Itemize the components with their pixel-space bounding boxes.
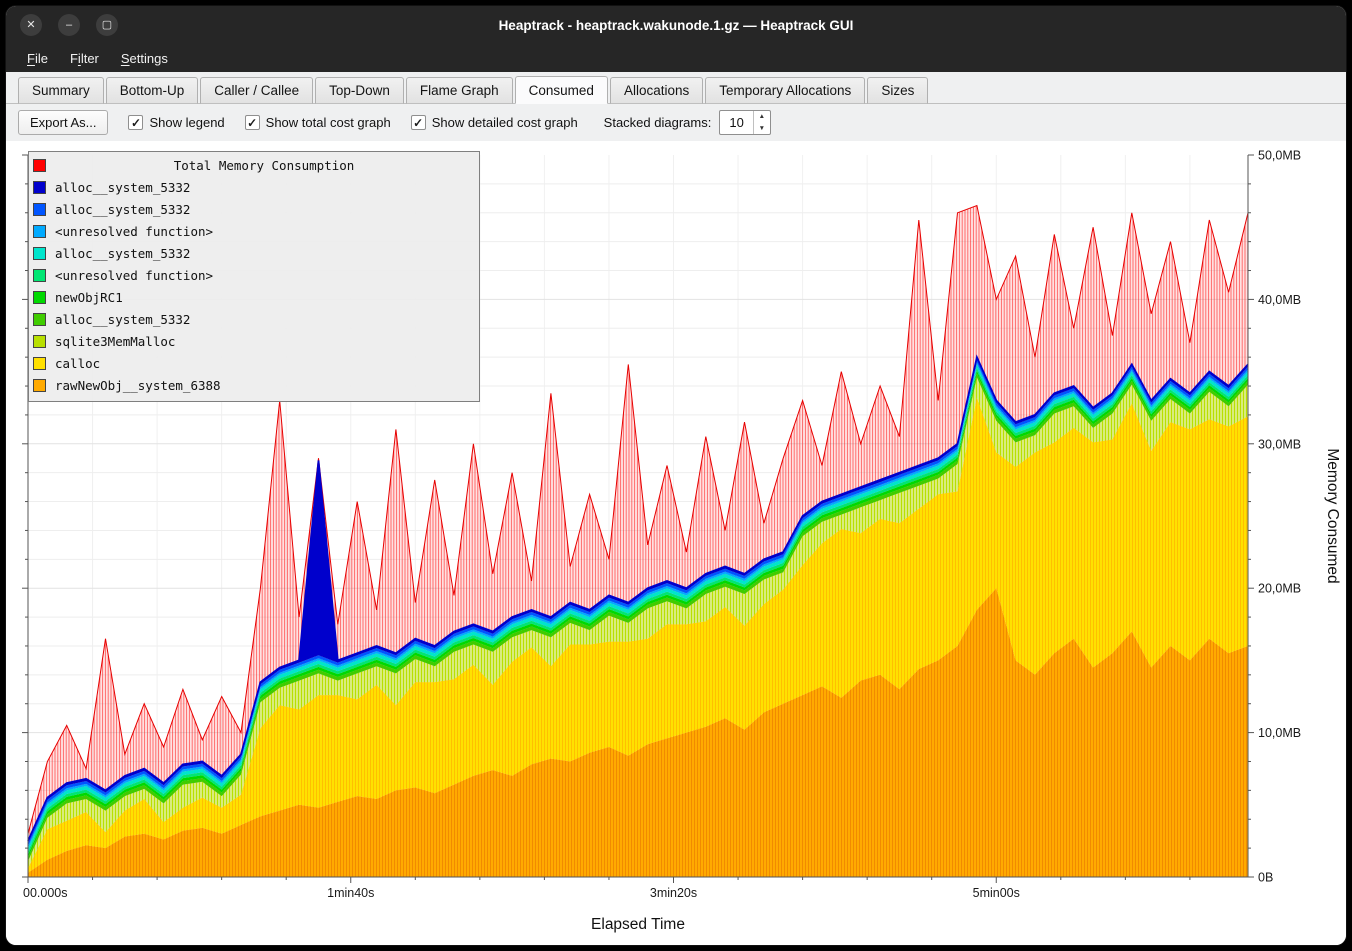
legend-title-text: Total Memory Consumption <box>55 158 473 173</box>
maximize-button[interactable]: ▢ <box>96 14 118 36</box>
y-tick-label: 10,0MB <box>1258 726 1301 740</box>
legend-item-label: calloc <box>55 356 100 371</box>
y-tick-label: 40,0MB <box>1258 293 1301 307</box>
legend-item: alloc__system_5332 <box>33 198 473 220</box>
menu-file[interactable]: File <box>18 47 57 70</box>
legend-swatch-icon <box>33 291 46 304</box>
x-tick-label: 3min20s <box>650 886 697 900</box>
window-title: Heaptrack - heaptrack.wakunode.1.gz — He… <box>6 18 1346 33</box>
legend-item: <unresolved function> <box>33 264 473 286</box>
menubar: FileFilterSettings <box>6 44 1346 72</box>
checkbox-show-total-cost-graph[interactable]: ✓ Show total cost graph <box>245 115 391 130</box>
export-as-button[interactable]: Export As... <box>18 110 108 135</box>
x-axis-label: Elapsed Time <box>591 916 685 933</box>
legend-item-label: <unresolved function> <box>55 224 213 239</box>
tab-label: Top-Down <box>329 83 390 98</box>
checkbox-show-legend[interactable]: ✓ Show legend <box>128 115 224 130</box>
window-controls: ✕–▢ <box>20 14 118 36</box>
tab-label: Sizes <box>881 83 914 98</box>
stacked-diagrams-spinner[interactable]: 10 ▲ ▼ <box>719 110 770 135</box>
legend-swatch-icon <box>33 181 46 194</box>
legend-swatch-icon <box>33 357 46 370</box>
legend-swatch-icon <box>33 313 46 326</box>
tab-label: Consumed <box>529 83 594 98</box>
checkbox-check-icon: ✓ <box>245 115 260 130</box>
tab-label: Allocations <box>624 83 689 98</box>
minimize-button[interactable]: – <box>58 14 80 36</box>
tab-label: Caller / Callee <box>214 83 299 98</box>
app-window: ✕–▢ Heaptrack - heaptrack.wakunode.1.gz … <box>6 6 1346 945</box>
legend-swatch-icon <box>33 379 46 392</box>
legend-swatch-icon <box>33 269 46 282</box>
legend-swatch-icon <box>33 335 46 348</box>
legend-swatch-icon <box>33 159 46 172</box>
chart-area[interactable]: 0B 10,0MB 20,0MB 30,0MB 40,0MB 50,0MB 00.000s 1… <box>6 141 1346 945</box>
y-tick-label: 0B <box>1258 871 1273 885</box>
legend-item-label: newObjRC1 <box>55 290 123 305</box>
y-tick-label: 20,0MB <box>1258 582 1301 596</box>
stacked-diagrams-label: Stacked diagrams: <box>604 115 712 130</box>
legend-swatch-icon <box>33 247 46 260</box>
legend-swatch-icon <box>33 203 46 216</box>
x-tick-label: 00.000s <box>23 886 67 900</box>
legend-item-label: alloc__system_5332 <box>55 312 190 327</box>
legend-title-row: Total Memory Consumption <box>33 154 473 176</box>
tab-label: Flame Graph <box>420 83 499 98</box>
tab-caller-callee[interactable]: Caller / Callee <box>200 77 313 104</box>
legend-item: newObjRC1 <box>33 286 473 308</box>
legend-item: alloc__system_5332 <box>33 176 473 198</box>
tab-consumed[interactable]: Consumed <box>515 76 608 104</box>
checkbox-group: ✓ Show legend ✓ Show total cost graph ✓ Show … <box>128 115 577 130</box>
legend-item: rawNewObj__system_6388 <box>33 374 473 396</box>
tab-sizes[interactable]: Sizes <box>867 77 928 104</box>
tab-flame-graph[interactable]: Flame Graph <box>406 77 513 104</box>
stacked-diagrams-group: Stacked diagrams: 10 ▲ ▼ <box>604 110 771 135</box>
checkbox-label: Show total cost graph <box>266 115 391 130</box>
tab-summary[interactable]: Summary <box>18 77 104 104</box>
legend-item-label: alloc__system_5332 <box>55 246 190 261</box>
legend-item: sqlite3MemMalloc <box>33 330 473 352</box>
tab-label: Temporary Allocations <box>719 83 851 98</box>
checkbox-check-icon: ✓ <box>411 115 426 130</box>
x-tick-label: 5min00s <box>973 886 1020 900</box>
checkbox-label: Show detailed cost graph <box>432 115 578 130</box>
x-tick-label: 1min40s <box>327 886 374 900</box>
tab-bottom-up[interactable]: Bottom-Up <box>106 77 199 104</box>
legend-swatch-icon <box>33 225 46 238</box>
legend-item: alloc__system_5332 <box>33 242 473 264</box>
legend-item-label: rawNewObj__system_6388 <box>55 378 221 393</box>
legend-item-label: alloc__system_5332 <box>55 180 190 195</box>
tab-top-down[interactable]: Top-Down <box>315 77 404 104</box>
y-tick-label: 50,0MB <box>1258 149 1301 163</box>
tab-label: Summary <box>32 83 90 98</box>
y-axis-label: Memory Consumed <box>1324 448 1341 583</box>
legend-item-label: sqlite3MemMalloc <box>55 334 175 349</box>
menu-filter[interactable]: Filter <box>61 47 108 70</box>
checkbox-show-detailed-cost-graph[interactable]: ✓ Show detailed cost graph <box>411 115 578 130</box>
toolbar: Export As... ✓ Show legend ✓ Show total cos… <box>6 104 1346 141</box>
checkbox-label: Show legend <box>149 115 224 130</box>
chart-legend: Total Memory Consumption alloc__system_53… <box>28 151 480 402</box>
legend-item-label: <unresolved function> <box>55 268 213 283</box>
checkbox-check-icon: ✓ <box>128 115 143 130</box>
legend-item: <unresolved function> <box>33 220 473 242</box>
menu-settings[interactable]: Settings <box>112 47 177 70</box>
legend-item: alloc__system_5332 <box>33 308 473 330</box>
tab-temporary-allocations[interactable]: Temporary Allocations <box>705 77 865 104</box>
tab-allocations[interactable]: Allocations <box>610 77 703 104</box>
spinner-up-icon[interactable]: ▲ <box>754 111 770 123</box>
legend-item-label: alloc__system_5332 <box>55 202 190 217</box>
y-tick-label: 30,0MB <box>1258 437 1301 451</box>
legend-item: calloc <box>33 352 473 374</box>
stacked-diagrams-value: 10 <box>720 111 752 134</box>
spinner-buttons: ▲ ▼ <box>753 111 770 134</box>
titlebar: ✕–▢ Heaptrack - heaptrack.wakunode.1.gz … <box>6 6 1346 44</box>
tab-label: Bottom-Up <box>120 83 185 98</box>
close-button[interactable]: ✕ <box>20 14 42 36</box>
spinner-down-icon[interactable]: ▼ <box>754 123 770 135</box>
tab-bar: Summary Bottom-Up Caller / Callee Top-Down F… <box>6 72 1346 104</box>
